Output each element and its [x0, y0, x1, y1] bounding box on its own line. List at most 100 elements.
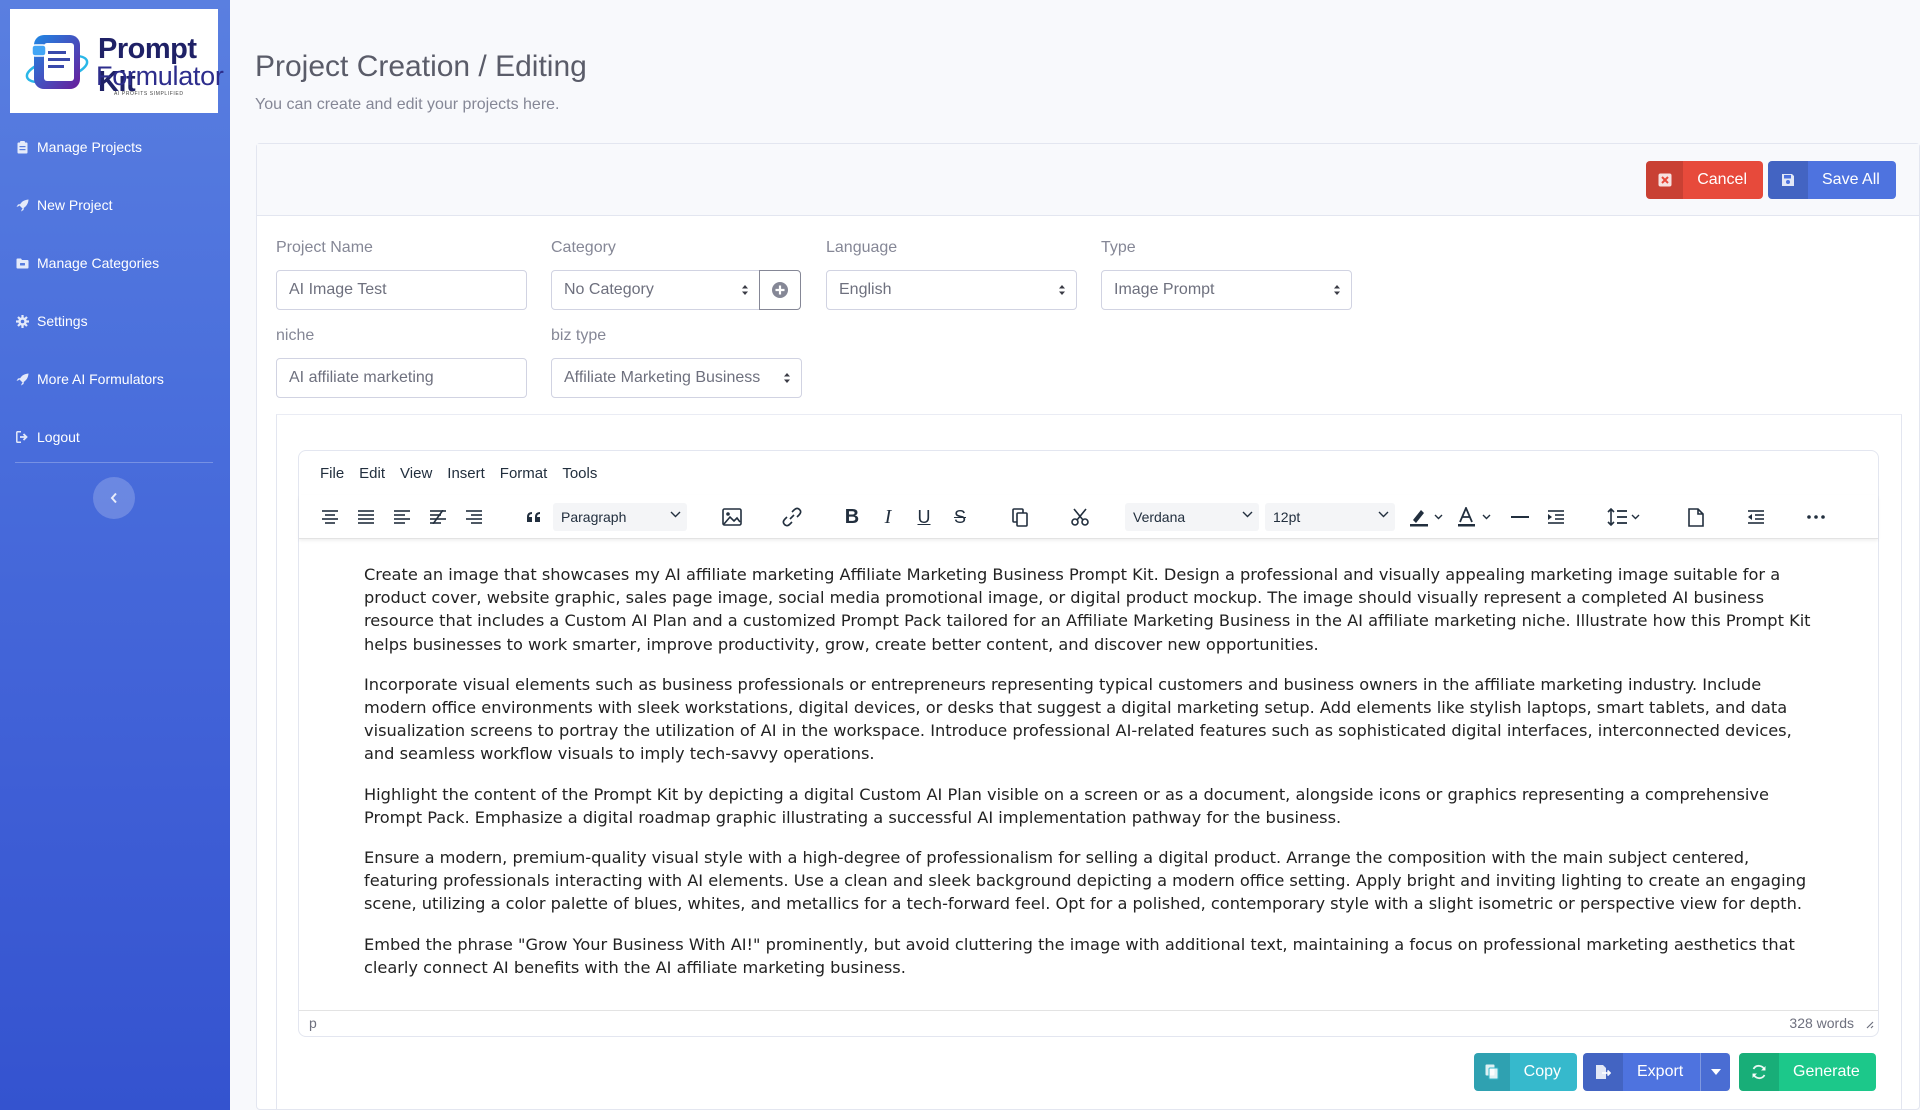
sidebar-item-label: More AI Formulators: [37, 371, 164, 387]
align-right-icon[interactable]: [461, 502, 487, 532]
editor-content[interactable]: Create an image that showcases my AI aff…: [364, 563, 1814, 996]
editor-menubar: File Edit View Insert Format Tools: [299, 451, 1878, 495]
sync-icon: [1739, 1053, 1779, 1091]
niche-input[interactable]: AI affiliate marketing: [276, 358, 527, 398]
new-document-icon[interactable]: [1683, 502, 1709, 532]
chevron-left-icon: [110, 492, 117, 504]
category-select[interactable]: No Category: [551, 270, 760, 310]
logo-tagline: AI PROFITS SIMPLIFIED: [114, 91, 184, 97]
menu-edit[interactable]: Edit: [359, 465, 385, 482]
chevron-down-icon: [1242, 511, 1253, 518]
rich-text-editor: File Edit View Insert Format Tools Parag…: [298, 450, 1879, 1037]
app-logo[interactable]: Prompt Kit Formulator AI PROFITS SIMPLIF…: [10, 9, 224, 113]
export-dropdown-toggle[interactable]: [1700, 1053, 1730, 1091]
bold-icon[interactable]: B: [839, 502, 865, 532]
select-arrows-icon: [1059, 285, 1065, 295]
copy-button[interactable]: Copy: [1474, 1053, 1577, 1091]
generate-label: Generate: [1793, 1063, 1860, 1080]
select-arrows-icon: [784, 373, 790, 383]
copy-icon: [1474, 1053, 1510, 1091]
text-color-icon[interactable]: [1455, 502, 1495, 532]
menu-tools[interactable]: Tools: [562, 465, 597, 482]
sidebar-toggle-button[interactable]: [93, 477, 135, 519]
align-left-icon[interactable]: [389, 502, 415, 532]
menu-file[interactable]: File: [320, 465, 344, 482]
sidebar-item-logout[interactable]: Logout: [0, 408, 230, 466]
select-arrows-icon: [1334, 285, 1340, 295]
save-all-label: Save All: [1822, 171, 1880, 188]
project-name-input[interactable]: AI Image Test: [276, 270, 527, 310]
font-size-value: 12pt: [1273, 509, 1301, 525]
niche-label: niche: [276, 327, 315, 344]
sidebar-item-label: Logout: [37, 429, 80, 445]
font-size-dropdown[interactable]: 12pt: [1265, 503, 1395, 531]
link-icon[interactable]: [779, 502, 805, 532]
blockquote-icon[interactable]: [521, 502, 547, 532]
menu-insert[interactable]: Insert: [447, 465, 485, 482]
chevron-down-icon: [670, 511, 681, 518]
align-center-icon[interactable]: [317, 502, 343, 532]
sidebar-item-settings[interactable]: Settings: [0, 292, 230, 350]
menu-format[interactable]: Format: [500, 465, 548, 482]
paragraph: Create an image that showcases my AI aff…: [364, 565, 1811, 654]
strikethrough-icon[interactable]: S: [947, 502, 973, 532]
sidebar-item-more-ai-formulators[interactable]: More AI Formulators: [0, 350, 230, 408]
export-label: Export: [1637, 1063, 1684, 1080]
project-card: Cancel Save All Project Name AI Image Te…: [256, 143, 1920, 1110]
resize-handle-icon[interactable]: [1864, 1019, 1874, 1029]
word-count[interactable]: 328 words: [1789, 1015, 1854, 1031]
rocket-icon: [15, 372, 29, 386]
plus-circle-icon: [772, 282, 788, 298]
page-subtitle: You can create and edit your projects he…: [255, 96, 560, 113]
gear-icon: [15, 314, 29, 328]
image-icon[interactable]: [719, 502, 745, 532]
project-name-label: Project Name: [276, 239, 373, 256]
logo-icon: [25, 35, 89, 89]
export-button[interactable]: Export: [1583, 1053, 1730, 1091]
copy-label: Copy: [1523, 1063, 1561, 1080]
page-title: Project Creation / Editing: [255, 50, 587, 83]
indent-icon[interactable]: [1543, 502, 1569, 532]
cancel-button[interactable]: Cancel: [1646, 161, 1763, 199]
sidebar-divider: [15, 462, 213, 463]
copy-icon[interactable]: [1007, 502, 1033, 532]
category-value: No Category: [564, 281, 654, 298]
save-all-button[interactable]: Save All: [1768, 161, 1896, 199]
font-family-value: Verdana: [1133, 509, 1186, 525]
outdent-icon[interactable]: [1743, 502, 1769, 532]
select-arrows-icon: [742, 285, 748, 295]
file-export-icon: [1583, 1053, 1623, 1091]
sidebar-item-manage-projects[interactable]: Manage Projects: [0, 118, 230, 176]
generate-button[interactable]: Generate: [1739, 1053, 1876, 1091]
clear-alignment-icon[interactable]: [425, 502, 451, 532]
cut-icon[interactable]: [1067, 502, 1093, 532]
biz-type-select[interactable]: Affiliate Marketing Business: [551, 358, 802, 398]
italic-icon[interactable]: I: [875, 502, 901, 532]
more-options-icon[interactable]: [1803, 502, 1829, 532]
biz-type-label: biz type: [551, 327, 607, 344]
floppy-disk-icon: [1768, 161, 1808, 199]
sign-out-icon: [15, 430, 29, 444]
line-height-icon[interactable]: [1605, 502, 1645, 532]
language-value: English: [839, 281, 892, 298]
caret-down-icon: [1710, 1069, 1721, 1075]
type-select[interactable]: Image Prompt: [1101, 270, 1352, 310]
logo-subtitle: Formulator: [96, 61, 224, 91]
project-name-value: AI Image Test: [289, 281, 387, 298]
element-path[interactable]: p: [309, 1015, 317, 1031]
add-category-button[interactable]: [759, 270, 801, 310]
sidebar-item-manage-categories[interactable]: Manage Categories: [0, 234, 230, 292]
sidebar-item-label: Settings: [37, 313, 88, 329]
align-justify-icon[interactable]: [353, 502, 379, 532]
font-family-dropdown[interactable]: Verdana: [1125, 503, 1259, 531]
underline-icon[interactable]: U: [911, 502, 937, 532]
sidebar-item-new-project[interactable]: New Project: [0, 176, 230, 234]
language-select[interactable]: English: [826, 270, 1077, 310]
horizontal-line-icon[interactable]: [1507, 502, 1533, 532]
paragraph: Highlight the content of the Prompt Kit …: [364, 784, 1769, 827]
highlight-color-icon[interactable]: [1407, 502, 1447, 532]
close-square-icon: [1646, 161, 1684, 199]
menu-view[interactable]: View: [400, 465, 432, 482]
block-format-dropdown[interactable]: Paragraph: [553, 503, 687, 531]
editor-statusbar: p 328 words: [299, 1010, 1878, 1036]
